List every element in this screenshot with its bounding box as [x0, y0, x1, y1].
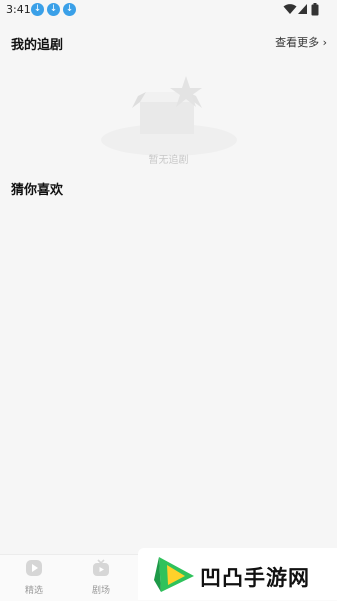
wifi-icon	[283, 4, 297, 14]
tab-featured-label: 精选	[24, 586, 43, 596]
download-icon: ↓	[63, 3, 76, 16]
see-more-label: 查看更多	[275, 36, 320, 49]
download-icon: ↓	[47, 3, 60, 16]
battery-icon	[311, 3, 319, 16]
signal-icon	[298, 4, 307, 14]
watermark-text: 凹凸手游网	[200, 566, 310, 590]
play-circle-icon	[26, 560, 42, 576]
see-more-link[interactable]: 查看更多 ›	[275, 34, 327, 50]
tab-featured[interactable]: 精选	[14, 559, 54, 596]
guess-you-like-title: 猜你喜欢	[11, 183, 64, 198]
tv-icon	[93, 559, 109, 576]
download-icon: ↓	[31, 3, 44, 16]
empty-box-illustration	[101, 76, 237, 156]
tab-theater[interactable]: 剧场	[81, 559, 121, 596]
status-time: 3:41	[6, 3, 31, 16]
empty-state-text: 暂无追剧	[148, 155, 189, 166]
my-dramas-title: 我的追剧	[11, 38, 64, 53]
chevron-right-icon: ›	[322, 36, 327, 49]
tab-theater-label: 剧场	[91, 586, 110, 596]
status-bar: 3:41 ↓ ↓ ↓	[0, 0, 337, 20]
watermark: 凹凸手游网	[138, 548, 337, 600]
watermark-logo	[154, 557, 194, 592]
